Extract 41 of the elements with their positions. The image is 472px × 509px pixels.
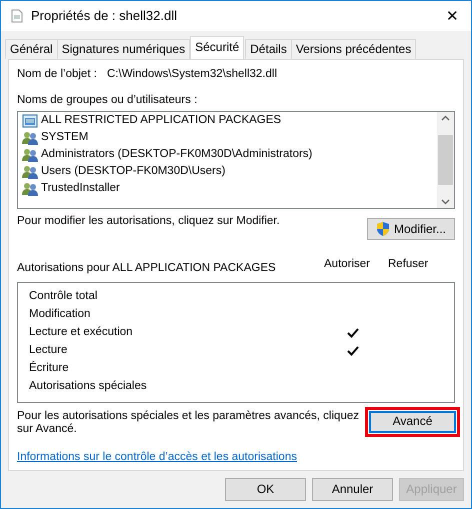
column-header: Refuser — [388, 258, 428, 272]
column-header: Autoriser — [324, 258, 372, 272]
principal-item[interactable]: SYSTEM — [22, 130, 437, 147]
principal-item[interactable]: TrustedInstaller — [22, 180, 437, 198]
tab[interactable]: Signatures numériques — [56, 39, 190, 59]
permission-name: Lecture et exécution — [29, 326, 134, 340]
help-link[interactable]: Informations sur le contrôle d’accès et les autorisations — [17, 451, 297, 465]
tab[interactable]: Général — [5, 39, 58, 59]
field-label: Nom de l’objet : — [17, 68, 98, 82]
package-icon — [22, 114, 38, 128]
dialog-button[interactable]: Annuler — [312, 478, 393, 501]
instruction-text: Pour les autorisations spéciales et les paramètres avancés, cliquez sur Avancé. — [17, 408, 360, 438]
dialog-button[interactable]: OK — [225, 478, 306, 501]
file-icon — [11, 9, 23, 23]
permission-name: Écriture — [29, 362, 70, 376]
tab[interactable]: Versions précédentes — [290, 39, 416, 59]
advanced-button[interactable]: Avancé — [369, 410, 456, 433]
window-title: Propriétés de : shell32.dll — [31, 8, 178, 24]
tab[interactable]: Détails — [245, 39, 292, 59]
users-icon — [22, 131, 38, 146]
close-button[interactable]: ✕ — [442, 8, 463, 24]
users-icon — [22, 165, 38, 180]
permission-name: Lecture — [29, 344, 68, 358]
scroll-down-icon — [441, 198, 450, 205]
permission-name: Contrôle total — [29, 290, 98, 304]
list-label: Noms de groupes ou d’utilisateurs : — [17, 94, 198, 108]
instruction-text: Pour modifier les autorisations, cliquez sur Modifier. — [17, 214, 280, 229]
scroll-up-icon — [441, 114, 450, 121]
modify-button[interactable]: Modifier... — [367, 218, 455, 240]
principal-item[interactable]: Users (DESKTOP-FK0M30D\Users) — [22, 164, 437, 181]
permissions-title: Autorisations pour ALL APPLICATION PACKAGES — [17, 260, 277, 276]
shield-icon — [376, 221, 390, 236]
object-path: C:\Windows\System32\shell32.dll — [107, 68, 278, 82]
users-icon — [22, 182, 38, 196]
scrollbar[interactable] — [437, 112, 454, 208]
permission-name: Modification — [29, 308, 92, 322]
principal-item[interactable]: ALL RESTRICTED APPLICATION PACKAGES — [22, 112, 437, 130]
tab[interactable]: Sécurité — [190, 36, 244, 59]
users-icon — [22, 148, 38, 162]
permission-name: Autorisations spéciales — [29, 380, 148, 394]
principal-item[interactable]: Administrators (DESKTOP-FK0M30D\Administrators) — [22, 146, 437, 164]
